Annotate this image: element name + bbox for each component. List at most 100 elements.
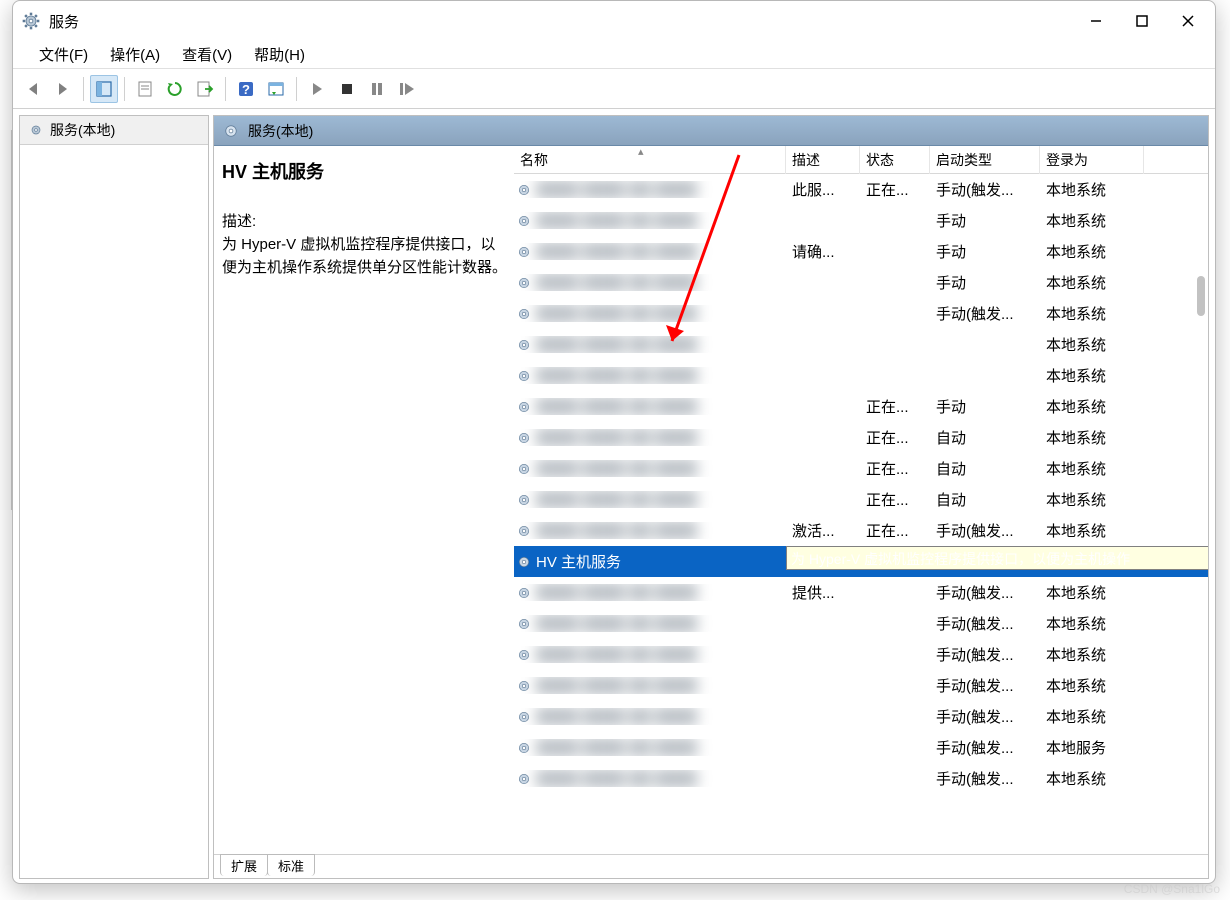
service-name: ████ ████ ██ ████ [536, 708, 697, 725]
cell-logon: 本地系统 [1040, 176, 1144, 203]
cell-logon: 本地系统 [1040, 455, 1144, 482]
cell-startup: 手动(触发... [930, 703, 1040, 730]
cell-startup: 自动 [930, 424, 1040, 451]
help-button[interactable]: ? [232, 75, 260, 103]
cell-logon: 本地系统 [1040, 641, 1144, 668]
menu-file[interactable]: 文件(F) [29, 42, 98, 67]
cell-status [860, 280, 930, 286]
menu-help[interactable]: 帮助(H) [244, 42, 315, 67]
service-row[interactable]: ████ ████ ██ ████正在...手动本地系统 [514, 391, 1208, 422]
tree-pane[interactable]: 服务(本地) [19, 115, 209, 879]
service-row[interactable]: ████ ████ ██ ████手动(触发...本地系统 [514, 639, 1208, 670]
pane-title: 服务(本地) [248, 121, 313, 141]
menu-view[interactable]: 查看(V) [172, 42, 242, 67]
cell-status: 正在... [860, 176, 930, 203]
tooltip: 为 Hyper-V 虚拟机监控程序提供接口，以便为主机操作 [786, 546, 1208, 570]
col-description[interactable]: 描述 [786, 146, 860, 174]
cell-logon: 本地系统 [1040, 393, 1144, 420]
service-row[interactable]: ████ ████ ██ ████激活...正在...手动(触发...本地系统 [514, 515, 1208, 546]
service-name: ████ ████ ██ ████ [536, 739, 697, 756]
service-row[interactable]: ████ ████ ██ ████手动(触发...本地系统 [514, 763, 1208, 794]
pane-header: 服务(本地) [214, 116, 1208, 146]
titlebar[interactable]: 服务 [13, 1, 1215, 41]
minimize-button[interactable] [1073, 2, 1119, 40]
pause-service-button[interactable] [363, 75, 391, 103]
cell-status: 正在... [860, 393, 930, 420]
cell-startup: 手动 [930, 269, 1040, 296]
cell-desc [786, 280, 860, 286]
service-name: ████ ████ ██ ████ [536, 615, 697, 632]
service-row[interactable]: ████ ████ ██ ████提供...手动(触发...本地系统 [514, 577, 1208, 608]
cell-desc: 请确... [786, 238, 860, 265]
tab-extended[interactable]: 扩展 [220, 854, 268, 876]
service-row[interactable]: ████ ████ ██ ████正在...自动本地系统 [514, 453, 1208, 484]
cell-startup: 自动 [930, 455, 1040, 482]
cell-logon: 本地系统 [1040, 579, 1144, 606]
toolbar: ? [13, 69, 1215, 109]
service-row[interactable]: ████ ████ ██ ████本地系统 [514, 360, 1208, 391]
service-name: ████ ████ ██ ████ [536, 336, 697, 353]
forward-button[interactable] [49, 75, 77, 103]
stop-service-button[interactable] [333, 75, 361, 103]
cell-logon: 本地系统 [1040, 300, 1144, 327]
service-row[interactable]: ████ ████ ██ ████手动(触发...本地系统 [514, 670, 1208, 701]
service-row[interactable]: ████ ████ ██ ████正在...自动本地系统 [514, 484, 1208, 515]
cell-startup: 手动(触发... [930, 579, 1040, 606]
service-name-heading: HV 主机服务 [222, 158, 510, 184]
cell-logon: 本地系统 [1040, 486, 1144, 513]
rows-container: ████ ████ ██ ████此服...正在...手动(触发...本地系统█… [514, 174, 1208, 794]
service-row[interactable]: ████ ████ ██ ████手动本地系统 [514, 205, 1208, 236]
service-name: ████ ████ ██ ████ [536, 491, 697, 508]
back-button[interactable] [19, 75, 47, 103]
refresh-button[interactable] [161, 75, 189, 103]
cell-status [860, 714, 930, 720]
tab-standard[interactable]: 标准 [267, 854, 315, 876]
col-logon-as[interactable]: 登录为 [1040, 146, 1144, 174]
cell-desc [786, 683, 860, 689]
cell-status [860, 218, 930, 224]
svg-text:?: ? [242, 82, 250, 97]
service-row[interactable]: ████ ████ ██ ████请确...手动本地系统 [514, 236, 1208, 267]
cell-desc [786, 373, 860, 379]
tree-root-item[interactable]: 服务(本地) [20, 116, 208, 145]
close-button[interactable] [1165, 2, 1211, 40]
service-row[interactable]: ████ ████ ██ ████此服...正在...手动(触发...本地系统 [514, 174, 1208, 205]
sort-indicator-icon: ▴ [638, 146, 644, 158]
service-row[interactable]: ████ ████ ██ ████手动本地系统 [514, 267, 1208, 298]
watermark: CSDN @Sna1lGo [1124, 882, 1220, 896]
service-row[interactable]: ████ ████ ██ ████正在...自动本地系统 [514, 422, 1208, 453]
service-row[interactable]: ████ ████ ██ ████手动(触发...本地系统 [514, 608, 1208, 639]
service-row[interactable]: ████ ████ ██ ████手动(触发...本地服务 [514, 732, 1208, 763]
restart-service-button[interactable] [393, 75, 421, 103]
cell-startup: 手动(触发... [930, 672, 1040, 699]
col-name[interactable]: 名称 [514, 146, 786, 174]
scrollbar-thumb[interactable] [1197, 276, 1205, 316]
maximize-button[interactable] [1119, 2, 1165, 40]
col-startup-type[interactable]: 启动类型 [930, 146, 1040, 174]
export-button[interactable] [191, 75, 219, 103]
column-headers[interactable]: 名称 描述 状态 启动类型 登录为 ▴ [514, 146, 1208, 174]
menu-action[interactable]: 操作(A) [100, 42, 170, 67]
window: 服务 文件(F) 操作(A) 查看(V) 帮助(H) ? [12, 0, 1216, 884]
cell-status [860, 621, 930, 627]
main-pane: 服务(本地) HV 主机服务 描述: 为 Hyper-V 虚拟机监控程序提供接口… [213, 115, 1209, 879]
gear-icon [21, 11, 41, 31]
service-name: ████ ████ ██ ████ [536, 770, 697, 787]
cell-startup: 手动(触发... [930, 300, 1040, 327]
view-button[interactable] [262, 75, 290, 103]
cell-startup: 自动 [930, 486, 1040, 513]
menubar: 文件(F) 操作(A) 查看(V) 帮助(H) [13, 41, 1215, 69]
start-service-button[interactable] [303, 75, 331, 103]
service-list[interactable]: 名称 描述 状态 启动类型 登录为 ▴ ████ ████ ██ ████此服.… [514, 146, 1208, 854]
service-row[interactable]: ████ ████ ██ ████手动(触发...本地系统 [514, 298, 1208, 329]
service-row[interactable]: ████ ████ ██ ████本地系统 [514, 329, 1208, 360]
cell-desc [786, 714, 860, 720]
col-status[interactable]: 状态 [860, 146, 930, 174]
cell-desc [786, 311, 860, 317]
show-hide-tree-button[interactable] [90, 75, 118, 103]
service-row[interactable]: HV 主机服务为 Hyper-V 虚拟机监控程序提供接口，以便为主机操作 [514, 546, 1208, 577]
cell-startup: 手动(触发... [930, 641, 1040, 668]
service-row[interactable]: ████ ████ ██ ████手动(触发...本地系统 [514, 701, 1208, 732]
properties-button[interactable] [131, 75, 159, 103]
cell-status [860, 776, 930, 782]
